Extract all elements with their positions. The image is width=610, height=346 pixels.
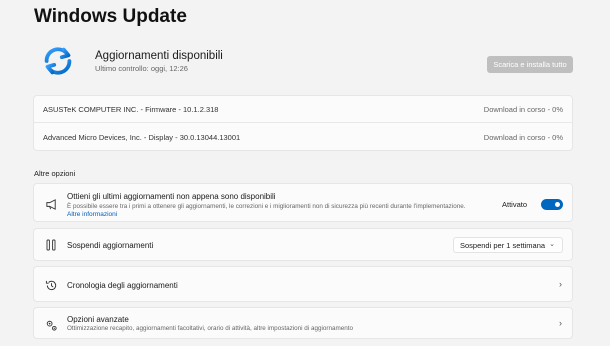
megaphone-icon: [44, 197, 58, 211]
latest-updates-toggle[interactable]: [541, 199, 563, 210]
section-label-more-options: Altre opzioni: [34, 169, 76, 178]
option-description: È possibile essere tra i primi a ottener…: [67, 203, 466, 210]
toggle-state-label: Attivato: [501, 200, 527, 209]
option-title: Cronologia degli aggiornamenti: [67, 281, 178, 290]
option-title: Opzioni avanzate: [67, 315, 129, 324]
sync-icon: [44, 47, 72, 75]
chevron-right-icon: ›: [559, 318, 562, 328]
last-check-text: Ultimo controllo: oggi, 12:26: [95, 64, 188, 73]
page-title: Windows Update: [34, 6, 187, 27]
update-name: Advanced Micro Devices, Inc. - Display -…: [43, 133, 241, 142]
option-title: Sospendi aggiornamenti: [67, 241, 154, 250]
update-status: Download in corso - 0%: [483, 104, 563, 114]
update-status: Download in corso - 0%: [483, 133, 563, 142]
list-item: Advanced Micro Devices, Inc. - Display -…: [34, 124, 572, 151]
select-value: Sospendi per 1 settimana: [460, 240, 546, 250]
update-status-panel: Aggiornamenti disponibili Ultimo control…: [33, 36, 573, 90]
history-icon: [44, 278, 58, 292]
pause-updates-option: Sospendi aggiornamenti Sospendi per 1 se…: [33, 228, 573, 261]
advanced-options-option[interactable]: Opzioni avanzate Ottimizzazione recapito…: [33, 307, 573, 339]
chevron-down-icon: ⌄: [549, 241, 555, 248]
list-item: ASUSTeK COMPUTER INC. - Firmware - 10.1.…: [34, 96, 572, 123]
updates-list: ASUSTeK COMPUTER INC. - Firmware - 10.1.…: [33, 95, 573, 151]
toggle-knob: [555, 202, 560, 207]
pause-icon: [44, 238, 58, 252]
status-title: Aggiornamenti disponibili: [95, 50, 223, 62]
gears-icon: [44, 318, 58, 332]
more-info-link[interactable]: Altre informazioni: [67, 211, 117, 218]
download-install-all-button[interactable]: Scarica e installa tutto: [487, 56, 573, 73]
chevron-right-icon: ›: [559, 279, 562, 289]
option-description: Ottimizzazione recapito, aggiornamenti f…: [67, 325, 353, 332]
option-title: Ottieni gli ultimi aggiornamenti non app…: [67, 192, 276, 201]
update-name: ASUSTeK COMPUTER INC. - Firmware - 10.1.…: [43, 104, 219, 114]
pause-duration-select[interactable]: Sospendi per 1 settimana ⌄: [453, 237, 563, 253]
latest-updates-option: Ottieni gli ultimi aggiornamenti non app…: [33, 183, 573, 222]
update-history-option[interactable]: Cronologia degli aggiornamenti ›: [33, 266, 573, 302]
